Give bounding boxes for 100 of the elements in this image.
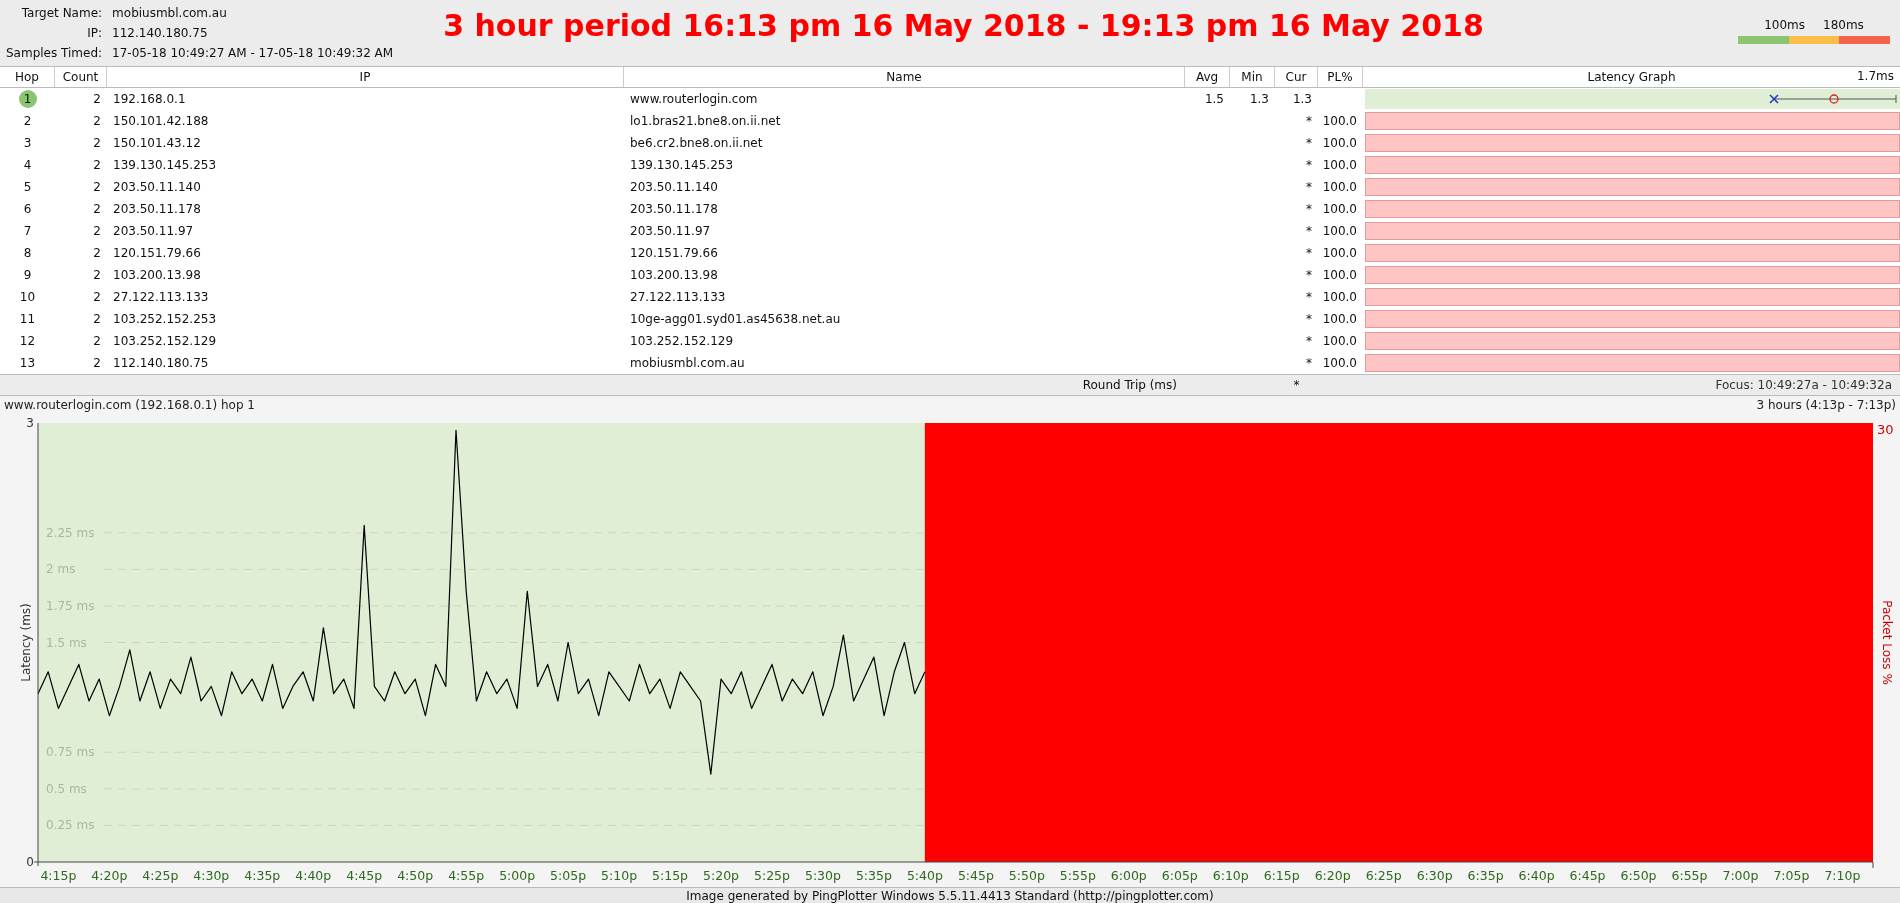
x-tick-label: 6:30p [1416, 868, 1453, 883]
hop-row[interactable]: 9 2 103.200.13.98 103.200.13.98 * 100.0 [0, 264, 1900, 286]
hop-row[interactable]: 7 2 203.50.11.97 203.50.11.97 * 100.0 [0, 220, 1900, 242]
packet-loss-axis-title: Packet Loss % [1880, 600, 1894, 685]
hop-row[interactable]: 5 2 203.50.11.140 203.50.11.140 * 100.0 [0, 176, 1900, 198]
table-cell: 2 [93, 114, 101, 128]
x-tick-label: 5:40p [906, 868, 943, 883]
table-cell: 203.50.11.97 [113, 224, 194, 238]
hop-number: 2 [23, 114, 32, 128]
x-tick-label: 6:45p [1569, 868, 1606, 883]
column-header[interactable]: Latency Graph [1587, 70, 1676, 84]
x-tick-label: 6:25p [1365, 868, 1402, 883]
round-trip-value: * [1292, 378, 1301, 392]
x-tick-label: 6:20p [1314, 868, 1351, 883]
table-cell: 103.252.152.129 [113, 334, 217, 348]
column-header[interactable]: Hop [0, 67, 55, 87]
hop-row[interactable]: 13 2 112.140.180.75 mobiusmbl.com.au * 100.0 [0, 352, 1900, 374]
legend-label: 100ms [1764, 18, 1805, 32]
column-header[interactable]: Min [1230, 67, 1275, 87]
hop-row[interactable]: 3 2 150.101.43.12 be6.cr2.bne8.on.ii.net * 100.0 [0, 132, 1900, 154]
x-tick-label: 6:35p [1467, 868, 1504, 883]
hop-row[interactable]: 1 2 192.168.0.1 www.routerlogin.com 1.5 1.3 1.3 [0, 88, 1900, 110]
table-cell: www.routerlogin.com [630, 92, 758, 106]
table-cell: 100.0 [1322, 312, 1357, 326]
table-cell: 192.168.0.1 [113, 92, 186, 106]
table-cell: 2 [93, 158, 101, 172]
column-header[interactable]: IP [107, 67, 624, 87]
y-tick-label: 2 ms [46, 562, 76, 577]
info-label: IP: [86, 26, 103, 40]
hop-row[interactable]: 2 2 150.101.42.188 lo1.bras21.bne8.on.ii.net * 100.0 [0, 110, 1900, 132]
x-tick-label: 5:00p [499, 868, 536, 883]
x-tick-label: 4:15p [40, 868, 77, 883]
hop-row[interactable]: 11 2 103.252.152.253 10ge-agg01.syd01.as45638.net.au * 100.0 [0, 308, 1900, 330]
info-value: mobiusmbl.com.au [112, 6, 228, 20]
table-cell: 139.130.145.253 [630, 158, 734, 172]
table-cell: 2 [93, 334, 101, 348]
hop-row[interactable]: 10 2 27.122.113.133 27.122.113.133 * 100.0 [0, 286, 1900, 308]
y-tick-label: 0.5 ms [46, 781, 87, 796]
table-cell: 100.0 [1322, 290, 1357, 304]
column-header[interactable]: Name [624, 67, 1185, 87]
table-cell: 203.50.11.97 [630, 224, 711, 238]
column-header[interactable]: Avg [1185, 67, 1230, 87]
latency-range-icon [1768, 93, 1898, 105]
table-cell: 139.130.145.253 [113, 158, 217, 172]
x-tick-label: 5:05p [550, 868, 587, 883]
table-cell: be6.cr2.bne8.on.ii.net [630, 136, 763, 150]
info-value: 112.140.180.75 [112, 26, 209, 40]
chart-title: www.routerlogin.com (192.168.0.1) hop 1 [4, 397, 255, 412]
table-cell: 27.122.113.133 [113, 290, 209, 304]
x-tick-label: 4:40p [295, 868, 332, 883]
legend-label: 180ms [1823, 18, 1864, 32]
table-cell: 203.50.11.140 [630, 180, 718, 194]
table-cell: 100.0 [1322, 268, 1357, 282]
x-tick-label: 6:50p [1620, 868, 1657, 883]
table-cell: 27.122.113.133 [630, 290, 726, 304]
hop-number: 3 [23, 136, 32, 150]
table-cell: * [1306, 246, 1312, 260]
x-tick-label: 5:30p [804, 868, 841, 883]
x-tick-label: 7:05p [1773, 868, 1810, 883]
table-cell: 2 [93, 92, 101, 106]
x-tick-label: 7:10p [1824, 868, 1861, 883]
focus-range: Focus: 10:49:27a - 10:49:32a [1714, 378, 1893, 392]
x-tick-label: 4:55p [448, 868, 485, 883]
hop-row[interactable]: 4 2 139.130.145.253 139.130.145.253 * 100.0 [0, 154, 1900, 176]
table-cell: 120.151.79.66 [113, 246, 201, 260]
column-header[interactable]: PL% [1318, 67, 1363, 87]
table-cell: 1.3 [1249, 92, 1269, 106]
table-cell: 150.101.42.188 [113, 114, 209, 128]
x-tick-label: 6:55p [1671, 868, 1708, 883]
table-cell: 103.200.13.98 [113, 268, 201, 282]
x-tick-label: 5:45p [957, 868, 994, 883]
y-axis-title: Latency (ms) [19, 603, 33, 682]
hop-number: 13 [19, 356, 36, 370]
table-cell: 203.50.11.140 [113, 180, 201, 194]
table-cell: * [1306, 312, 1312, 326]
hop-number: 8 [23, 246, 32, 260]
hop-row[interactable]: 12 2 103.252.152.129 103.252.152.129 * 100.0 [0, 330, 1900, 352]
column-header[interactable]: Cur [1275, 67, 1318, 87]
footer-text: Image generated by PingPlotter Windows 5.5.11.4413 Standard (http://pingplotter.com) [686, 888, 1214, 903]
hop-number: 11 [19, 312, 36, 326]
x-tick-label: 6:00p [1110, 868, 1147, 883]
table-cell: * [1306, 114, 1312, 128]
table-cell: 1.5 [1204, 92, 1224, 106]
column-header[interactable]: Count [55, 67, 107, 87]
table-cell: 103.252.152.129 [630, 334, 734, 348]
x-tick-label: 4:35p [244, 868, 281, 883]
y-tick-label: 1.75 ms [46, 598, 95, 613]
table-cell: * [1306, 180, 1312, 194]
hop-row[interactable]: 8 2 120.151.79.66 120.151.79.66 * 100.0 [0, 242, 1900, 264]
hop-number: 5 [23, 180, 32, 194]
table-cell: 100.0 [1322, 246, 1357, 260]
table-cell: 1.3 [1292, 92, 1312, 106]
x-tick-label: 4:20p [91, 868, 128, 883]
hop-row[interactable]: 6 2 203.50.11.178 203.50.11.178 * 100.0 [0, 198, 1900, 220]
x-tick-label: 4:45p [346, 868, 383, 883]
headline: 3 hour period 16:13 pm 16 May 2018 - 19:13 pm 16 May 2018 [443, 8, 1484, 43]
x-tick-label: 5:10p [601, 868, 638, 883]
packet-loss-scale-label: 30 [1877, 422, 1894, 437]
table-cell: * [1306, 136, 1312, 150]
table-cell: 100.0 [1322, 136, 1357, 150]
